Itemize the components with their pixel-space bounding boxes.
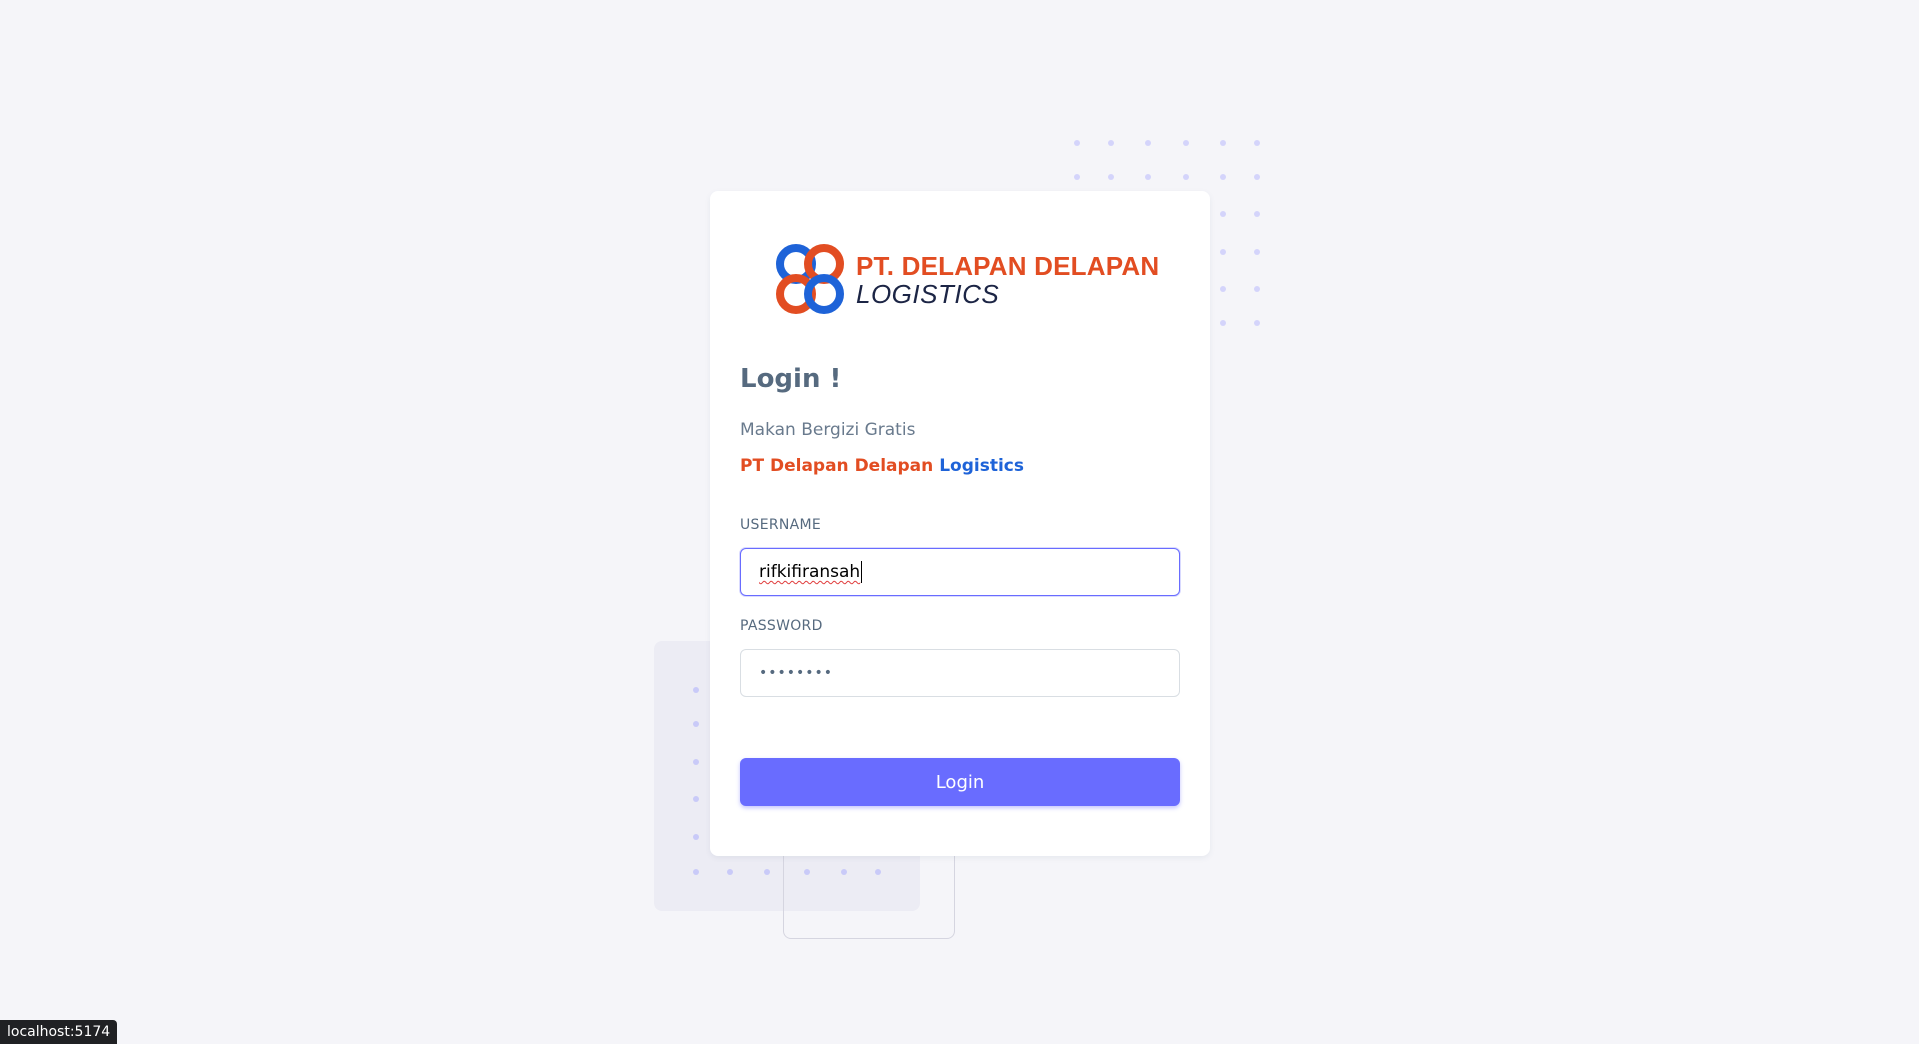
company-name-part1: PT Delapan Delapan xyxy=(740,456,934,476)
password-value: •••••••• xyxy=(759,665,834,681)
logo-title: PT. DELAPAN DELAPAN xyxy=(856,251,1160,281)
page-subtitle: Makan Bergizi Gratis xyxy=(740,420,916,440)
page-title: Login ! xyxy=(740,364,842,394)
password-input[interactable]: •••••••• xyxy=(740,649,1180,697)
login-card: PT. DELAPAN DELAPAN LOGISTICS Login ! Ma… xyxy=(710,191,1210,856)
status-bar-url: localhost:5174 xyxy=(0,1020,118,1044)
company-name: PT Delapan Delapan Logistics xyxy=(740,456,1024,476)
company-logo: PT. DELAPAN DELAPAN LOGISTICS xyxy=(770,240,1159,320)
username-input[interactable]: rifkifiransah xyxy=(740,548,1180,596)
company-name-part2: Logistics xyxy=(939,456,1024,476)
login-button[interactable]: Login xyxy=(740,758,1180,806)
username-label: USERNAME xyxy=(740,517,822,533)
username-value: rifkifiransah xyxy=(759,562,861,582)
logo-mark-icon xyxy=(776,244,844,314)
text-caret xyxy=(861,561,863,583)
login-page: PT. DELAPAN DELAPAN LOGISTICS Login ! Ma… xyxy=(0,0,1919,1044)
logo-subtitle: LOGISTICS xyxy=(856,279,1000,309)
password-label: PASSWORD xyxy=(740,618,823,634)
